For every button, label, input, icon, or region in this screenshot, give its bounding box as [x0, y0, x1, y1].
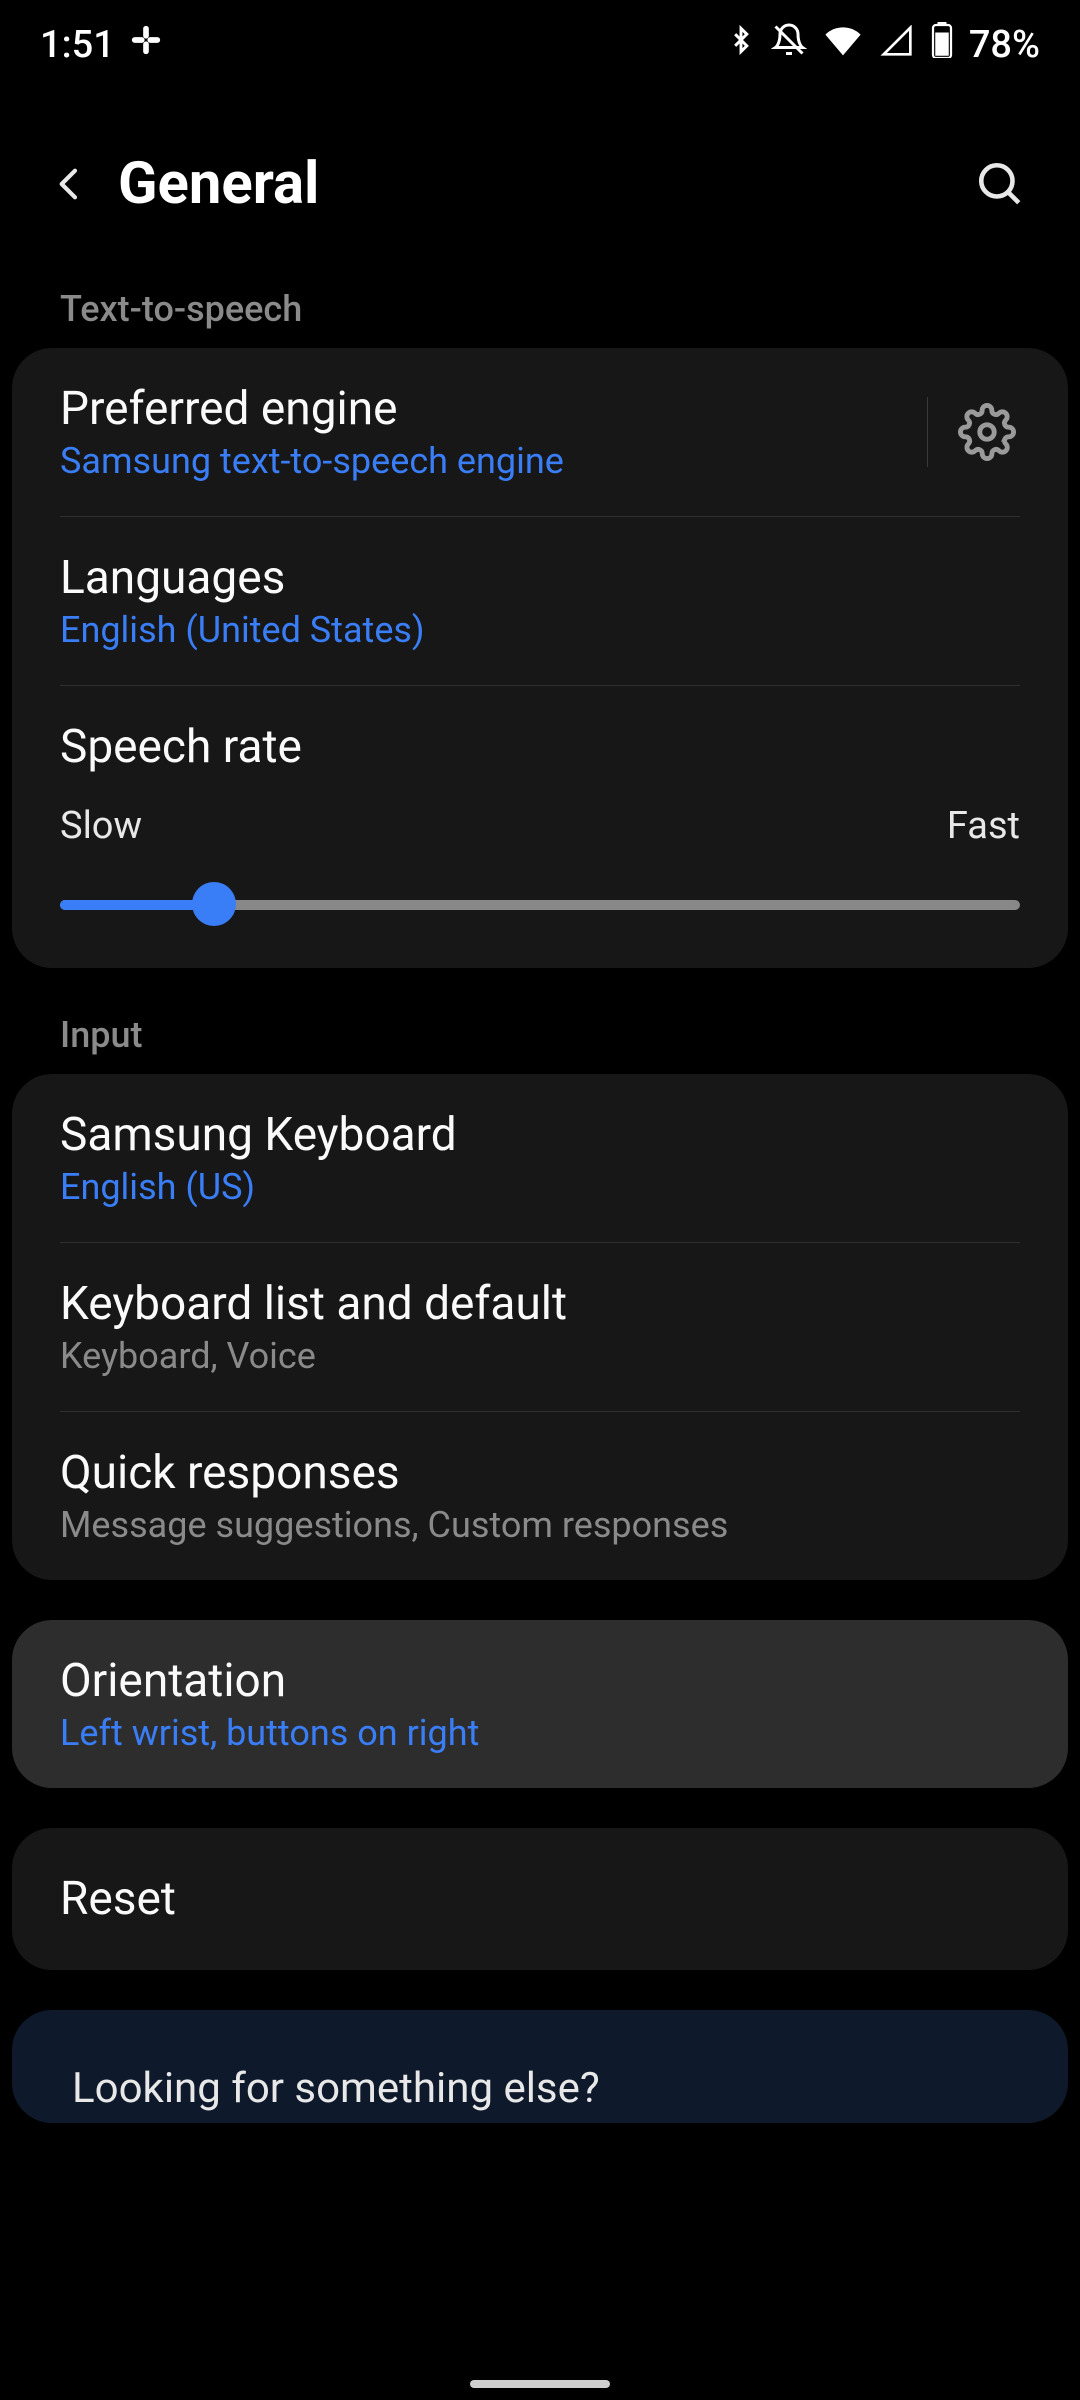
wifi-icon	[823, 23, 863, 67]
battery-icon	[931, 22, 953, 68]
preferred-engine-title: Preferred engine	[60, 382, 897, 436]
status-right: 78%	[727, 22, 1040, 68]
speech-rate-slider[interactable]	[60, 884, 1020, 924]
info-prompt: Looking for something else?	[12, 2010, 1068, 2123]
slider-thumb[interactable]	[192, 882, 236, 926]
languages-title: Languages	[60, 551, 1020, 605]
card-orientation: Orientation Left wrist, buttons on right	[12, 1620, 1068, 1788]
row-languages[interactable]: Languages English (United States)	[12, 517, 1068, 685]
keyboard-list-value: Keyboard, Voice	[60, 1335, 1020, 1377]
row-orientation[interactable]: Orientation Left wrist, buttons on right	[12, 1620, 1068, 1788]
status-time: 1:51	[40, 23, 115, 67]
bluetooth-icon	[727, 22, 755, 68]
row-speech-rate: Speech rate	[12, 686, 1068, 774]
status-bar: 1:51 78%	[0, 0, 1080, 90]
fast-label: Fast	[947, 804, 1020, 848]
languages-value: English (United States)	[60, 609, 1020, 651]
row-preferred-engine[interactable]: Preferred engine Samsung text-to-speech …	[12, 348, 1068, 516]
search-button[interactable]	[970, 159, 1030, 209]
card-info: Looking for something else?	[12, 2010, 1068, 2123]
slow-label: Slow	[60, 804, 142, 848]
card-tts: Preferred engine Samsung text-to-speech …	[12, 348, 1068, 968]
slack-icon	[129, 23, 163, 67]
samsung-keyboard-value: English (US)	[60, 1166, 1020, 1208]
nav-handle[interactable]	[470, 2380, 610, 2388]
signal-icon	[879, 23, 915, 67]
card-input: Samsung Keyboard English (US) Keyboard l…	[12, 1074, 1068, 1580]
row-keyboard-list[interactable]: Keyboard list and default Keyboard, Voic…	[12, 1243, 1068, 1411]
page-title: General	[118, 150, 970, 218]
section-header-tts: Text-to-speech	[0, 278, 1080, 348]
card-reset: Reset	[12, 1828, 1068, 1970]
samsung-keyboard-title: Samsung Keyboard	[60, 1108, 1020, 1162]
section-header-input: Input	[0, 1004, 1080, 1074]
slider-track-fill	[60, 900, 214, 910]
quick-responses-title: Quick responses	[60, 1446, 1020, 1500]
status-left: 1:51	[40, 23, 163, 67]
keyboard-list-title: Keyboard list and default	[60, 1277, 1020, 1331]
dnd-icon	[771, 22, 807, 68]
orientation-title: Orientation	[60, 1654, 1020, 1708]
back-button[interactable]	[40, 159, 100, 209]
page-header: General	[0, 90, 1080, 278]
orientation-value: Left wrist, buttons on right	[60, 1712, 1020, 1754]
battery-percent: 78%	[969, 23, 1040, 67]
row-reset[interactable]: Reset	[12, 1828, 1068, 1970]
speech-rate-labels: Slow Fast	[12, 774, 1068, 848]
preferred-engine-value: Samsung text-to-speech engine	[60, 440, 897, 482]
row-samsung-keyboard[interactable]: Samsung Keyboard English (US)	[12, 1074, 1068, 1242]
speech-rate-title: Speech rate	[60, 720, 1020, 774]
row-quick-responses[interactable]: Quick responses Message suggestions, Cus…	[12, 1412, 1068, 1580]
divider-vertical	[927, 397, 928, 467]
quick-responses-value: Message suggestions, Custom responses	[60, 1504, 1020, 1546]
preferred-engine-settings-button[interactable]	[958, 403, 1020, 461]
reset-title: Reset	[60, 1872, 1020, 1926]
